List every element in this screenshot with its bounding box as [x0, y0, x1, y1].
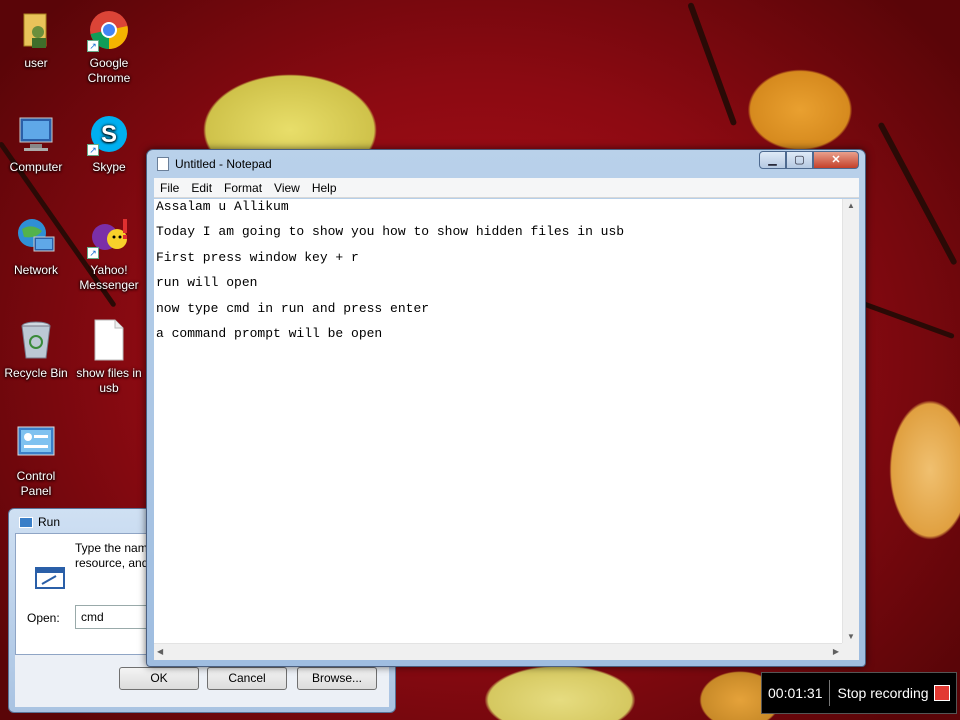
run-open-label: Open: — [27, 611, 60, 625]
scroll-down-icon[interactable]: ▼ — [847, 632, 855, 641]
wallpaper-branch — [687, 1, 738, 127]
desktop-icon-label: Skype — [92, 160, 126, 174]
text-file-icon — [87, 318, 131, 362]
scroll-right-icon[interactable]: ▶ — [833, 647, 839, 656]
ok-button[interactable]: OK — [119, 667, 199, 690]
control-panel-icon — [14, 421, 58, 465]
scroll-up-icon[interactable]: ▲ — [847, 201, 855, 210]
desktop-icon-label: Network — [13, 263, 58, 277]
minimize-icon: ▁ — [768, 154, 777, 166]
run-program-icon — [34, 566, 66, 595]
desktop-icon-computer[interactable]: Computer — [0, 112, 72, 175]
close-icon: ✕ — [831, 154, 841, 166]
menu-file[interactable]: File — [154, 178, 185, 197]
recycle-bin-icon — [14, 318, 58, 362]
menu-format[interactable]: Format — [218, 178, 268, 197]
desktop-icon-label: Recycle Bin — [4, 366, 68, 380]
stop-square-icon[interactable] — [934, 685, 950, 701]
recorder-panel: 00:01:31 Stop recording — [761, 672, 957, 714]
menu-view[interactable]: View — [268, 178, 306, 197]
computer-icon — [14, 112, 58, 156]
close-button[interactable]: ✕ — [813, 151, 859, 169]
scroll-left-icon[interactable]: ◀ — [157, 647, 163, 656]
shortcut-arrow-icon: ↗ — [87, 40, 99, 52]
desktop-icon-recycle-bin[interactable]: Recycle Bin — [0, 318, 72, 381]
desktop-icon-chrome[interactable]: ↗ Google Chrome — [73, 8, 145, 86]
yahoo-messenger-icon: ↗ — [87, 215, 131, 259]
shortcut-arrow-icon: ↗ — [87, 247, 99, 259]
text-line: now type cmd in run and press enter — [156, 301, 430, 316]
desktop-icon-network[interactable]: Network — [0, 215, 72, 278]
cancel-button[interactable]: Cancel — [207, 667, 287, 690]
run-description: Type the nam resource, and — [75, 541, 149, 570]
desktop-icon-label: user — [24, 56, 48, 70]
desktop-icon-label: Google Chrome — [87, 56, 131, 85]
desktop-icon-skype[interactable]: S ↗ Skype — [73, 112, 145, 175]
desktop-icon-text-file[interactable]: show files in usb — [73, 318, 145, 396]
window-title: Untitled - Notepad — [175, 157, 272, 171]
svg-text:S: S — [101, 121, 117, 148]
menu-bar: File Edit Format View Help — [154, 178, 859, 198]
text-line: run will open — [156, 275, 258, 290]
run-title-icon — [19, 516, 33, 528]
desktop-icon-label: show files in usb — [76, 366, 142, 395]
resize-grip[interactable] — [842, 643, 859, 660]
desktop-icon-user[interactable]: user — [0, 8, 72, 71]
maximize-button[interactable]: ▢ — [786, 151, 813, 169]
text-editor[interactable]: Assalam u Allikum Today I am going to sh… — [154, 199, 859, 643]
notepad-window[interactable]: Untitled - Notepad ▁ ▢ ✕ File Edit Forma… — [146, 149, 866, 667]
desktop-icon-label: Control Panel — [16, 469, 56, 498]
wallpaper-branch — [859, 300, 955, 340]
user-folder-icon — [14, 8, 58, 52]
maximize-icon: ▢ — [794, 154, 805, 166]
text-line: Assalam u Allikum — [156, 199, 289, 214]
network-icon — [14, 215, 58, 259]
horizontal-scrollbar[interactable]: ◀ ▶ — [154, 643, 842, 660]
stop-recording-label[interactable]: Stop recording — [830, 685, 935, 701]
chrome-icon: ↗ — [87, 8, 131, 52]
shortcut-arrow-icon: ↗ — [87, 144, 99, 156]
browse-button[interactable]: Browse... — [297, 667, 377, 690]
skype-icon: S ↗ — [87, 112, 131, 156]
text-line: a command prompt will be open — [156, 326, 383, 341]
desktop-icon-label: Yahoo! Messenger — [79, 263, 139, 292]
wallpaper-branch — [877, 121, 958, 266]
desktop-icon-yahoo[interactable]: ↗ Yahoo! Messenger — [73, 215, 145, 293]
recording-time: 00:01:31 — [762, 680, 830, 706]
menu-edit[interactable]: Edit — [185, 178, 218, 197]
desktop-icon-control-panel[interactable]: Control Panel — [0, 421, 72, 499]
text-line: First press window key + r — [156, 250, 359, 265]
text-line: Today I am going to show you how to show… — [156, 224, 625, 239]
minimize-button[interactable]: ▁ — [759, 151, 786, 169]
menu-help[interactable]: Help — [306, 178, 343, 197]
desktop-icon-label: Computer — [9, 160, 63, 174]
run-title: Run — [19, 515, 60, 529]
window-controls: ▁ ▢ ✕ — [759, 151, 859, 169]
notepad-icon — [157, 157, 169, 171]
vertical-scrollbar[interactable]: ▲ ▼ — [842, 199, 859, 643]
